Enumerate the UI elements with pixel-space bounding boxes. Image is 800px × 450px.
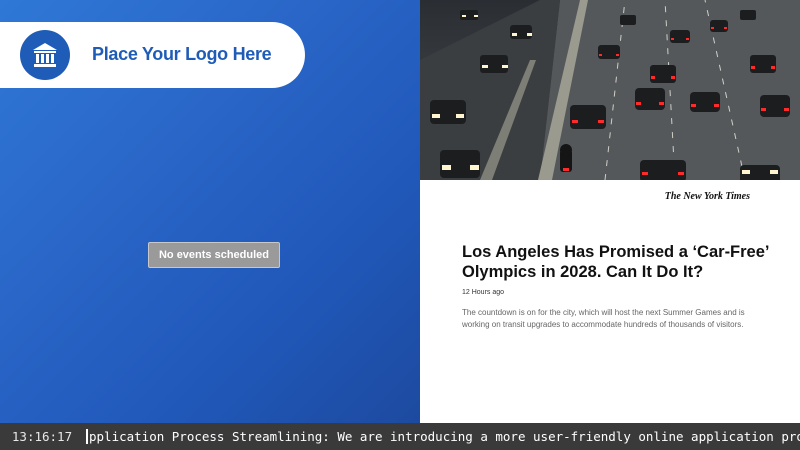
news-headline[interactable]: Los Angeles Has Promised a ‘Car-Free’ Ol… xyxy=(462,242,772,282)
ticker-divider xyxy=(86,429,88,444)
ticker-bar: 13:16:17 pplication Process Streamlining… xyxy=(0,423,800,450)
news-source: The New York Times xyxy=(664,191,750,202)
news-summary: The countdown is on for the city, which … xyxy=(462,308,745,329)
left-panel: Place Your Logo Here No events scheduled xyxy=(0,0,420,423)
logo-text: Place Your Logo Here xyxy=(92,44,272,64)
clock: 13:16:17 xyxy=(0,423,84,450)
bank-building-icon xyxy=(20,30,70,80)
no-events-badge: No events scheduled xyxy=(148,242,280,268)
ticker-text: pplication Process Streamlining: We are … xyxy=(89,429,800,444)
news-card[interactable]: The New York Times Los Angeles Has Promi… xyxy=(420,0,800,423)
news-timestamp: 12 Hours ago xyxy=(462,289,505,296)
news-photo xyxy=(420,0,800,180)
logo-banner: Place Your Logo Here xyxy=(0,22,305,88)
